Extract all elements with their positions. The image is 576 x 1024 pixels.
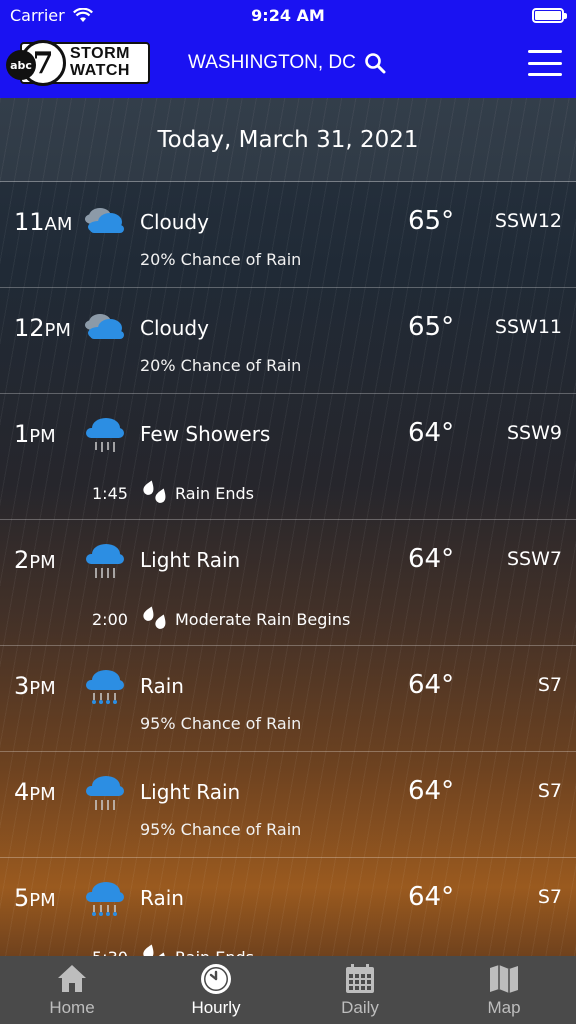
- event-label: Moderate Rain Begins: [175, 610, 351, 629]
- rain-icon: [86, 882, 124, 916]
- hour-row[interactable]: 4PM Light Rain 64° S7 95% Chance of Rain: [0, 752, 576, 858]
- rain-chance-label: 20% Chance of Rain: [140, 250, 302, 269]
- tab-bar: Home Hourly Daily Map: [0, 956, 576, 1024]
- wind-label: S7: [537, 674, 562, 696]
- logo-abc-badge: abc: [6, 50, 36, 80]
- clock-icon: [201, 964, 231, 994]
- tab-label: Daily: [341, 998, 379, 1017]
- home-icon: [58, 965, 86, 992]
- event-time: 2:00: [92, 610, 128, 629]
- tab-label: Home: [49, 998, 95, 1017]
- event-label: Rain Ends: [175, 948, 254, 956]
- hour-label: 11AM: [14, 208, 73, 236]
- hour-label: 5PM: [14, 884, 56, 912]
- hamburger-menu-icon[interactable]: [528, 50, 562, 76]
- condition-label: Light Rain: [140, 548, 241, 572]
- rain-icon: [86, 670, 124, 704]
- battery-icon: [532, 7, 567, 23]
- temperature-label: 65°: [408, 312, 455, 342]
- logo-text: STORM WATCH: [70, 45, 130, 79]
- location-selector[interactable]: WASHINGTON, DC: [188, 52, 386, 74]
- hour-row[interactable]: 5PM Rain 64° S7 5:30 Rain Ends: [0, 858, 576, 956]
- status-bar: Carrier 9:24 AM: [0, 0, 576, 30]
- wind-label: SSW11: [494, 316, 562, 338]
- temperature-label: 64°: [408, 670, 455, 700]
- wind-label: SSW12: [494, 210, 562, 232]
- wifi-icon: [72, 7, 93, 22]
- rain-chance-label: 95% Chance of Rain: [140, 714, 302, 733]
- hour-row[interactable]: 3PM Rain 64° S7 95% Chance of Rain: [0, 646, 576, 752]
- wind-label: SSW9: [507, 422, 562, 444]
- tab-label: Hourly: [191, 998, 241, 1017]
- temperature-label: 64°: [408, 544, 455, 574]
- rain-chance-label: 20% Chance of Rain: [140, 356, 302, 375]
- condition-label: Rain: [140, 674, 184, 698]
- hour-row[interactable]: 11AM Cloudy 65° SSW12 20% Chance of Rain: [0, 182, 576, 288]
- raindrops-icon: [143, 606, 166, 629]
- condition-label: Light Rain: [140, 780, 241, 804]
- logo-line2: WATCH: [70, 62, 130, 79]
- wind-label: S7: [537, 780, 562, 802]
- cloudy-icon: [85, 208, 124, 233]
- event-time: 1:45: [92, 484, 128, 503]
- raindrops-icon: [143, 480, 166, 503]
- temperature-label: 64°: [408, 776, 455, 806]
- carrier-label: Carrier: [10, 5, 65, 25]
- logo-line1: STORM: [70, 45, 130, 62]
- hour-label: 3PM: [14, 672, 56, 700]
- temperature-label: 65°: [408, 206, 455, 236]
- hour-row[interactable]: 1PM Few Showers 64° SSW9 1:45 Rain Ends: [0, 394, 576, 520]
- temperature-label: 64°: [408, 882, 455, 912]
- wind-label: S7: [537, 886, 562, 908]
- condition-label: Rain: [140, 886, 184, 910]
- hour-label: 4PM: [14, 778, 56, 806]
- event-time: 5:30: [92, 948, 128, 956]
- hour-row[interactable]: 2PM Light Rain 64° SSW7 2:00 Moderate Ra…: [0, 520, 576, 646]
- tab-map[interactable]: Map: [432, 956, 576, 1024]
- hour-label: 2PM: [14, 546, 56, 574]
- tab-hourly[interactable]: Hourly: [144, 956, 288, 1024]
- tab-home[interactable]: Home: [0, 956, 144, 1024]
- condition-label: Cloudy: [140, 210, 209, 234]
- wind-label: SSW7: [507, 548, 562, 570]
- hour-label: 12PM: [14, 314, 71, 342]
- light-rain-icon: [86, 544, 124, 578]
- tab-label: Map: [487, 998, 521, 1017]
- cloudy-icon: [85, 314, 124, 339]
- light-rain-icon: [86, 776, 124, 810]
- hourly-forecast[interactable]: Today, March 31, 2021 11AM Cloudy 65° SS…: [0, 98, 576, 956]
- location-label: WASHINGTON, DC: [188, 52, 356, 73]
- map-icon: [490, 965, 518, 993]
- raindrops-icon: [143, 944, 166, 956]
- calendar-icon: [346, 964, 374, 993]
- tab-daily[interactable]: Daily: [288, 956, 432, 1024]
- showers-icon: [86, 418, 124, 452]
- temperature-label: 64°: [408, 418, 455, 448]
- storm-watch-logo[interactable]: 7 abc STORM WATCH: [6, 40, 150, 86]
- hour-row[interactable]: 12PM Cloudy 65° SSW11 20% Chance of Rain: [0, 288, 576, 394]
- condition-label: Cloudy: [140, 316, 209, 340]
- hour-label: 1PM: [14, 420, 56, 448]
- condition-label: Few Showers: [140, 422, 271, 446]
- date-header: Today, March 31, 2021: [0, 98, 576, 182]
- rain-chance-label: 95% Chance of Rain: [140, 820, 302, 839]
- app-header: 7 abc STORM WATCH WASHINGTON, DC: [0, 30, 576, 98]
- search-icon[interactable]: [364, 52, 386, 74]
- event-label: Rain Ends: [175, 484, 254, 503]
